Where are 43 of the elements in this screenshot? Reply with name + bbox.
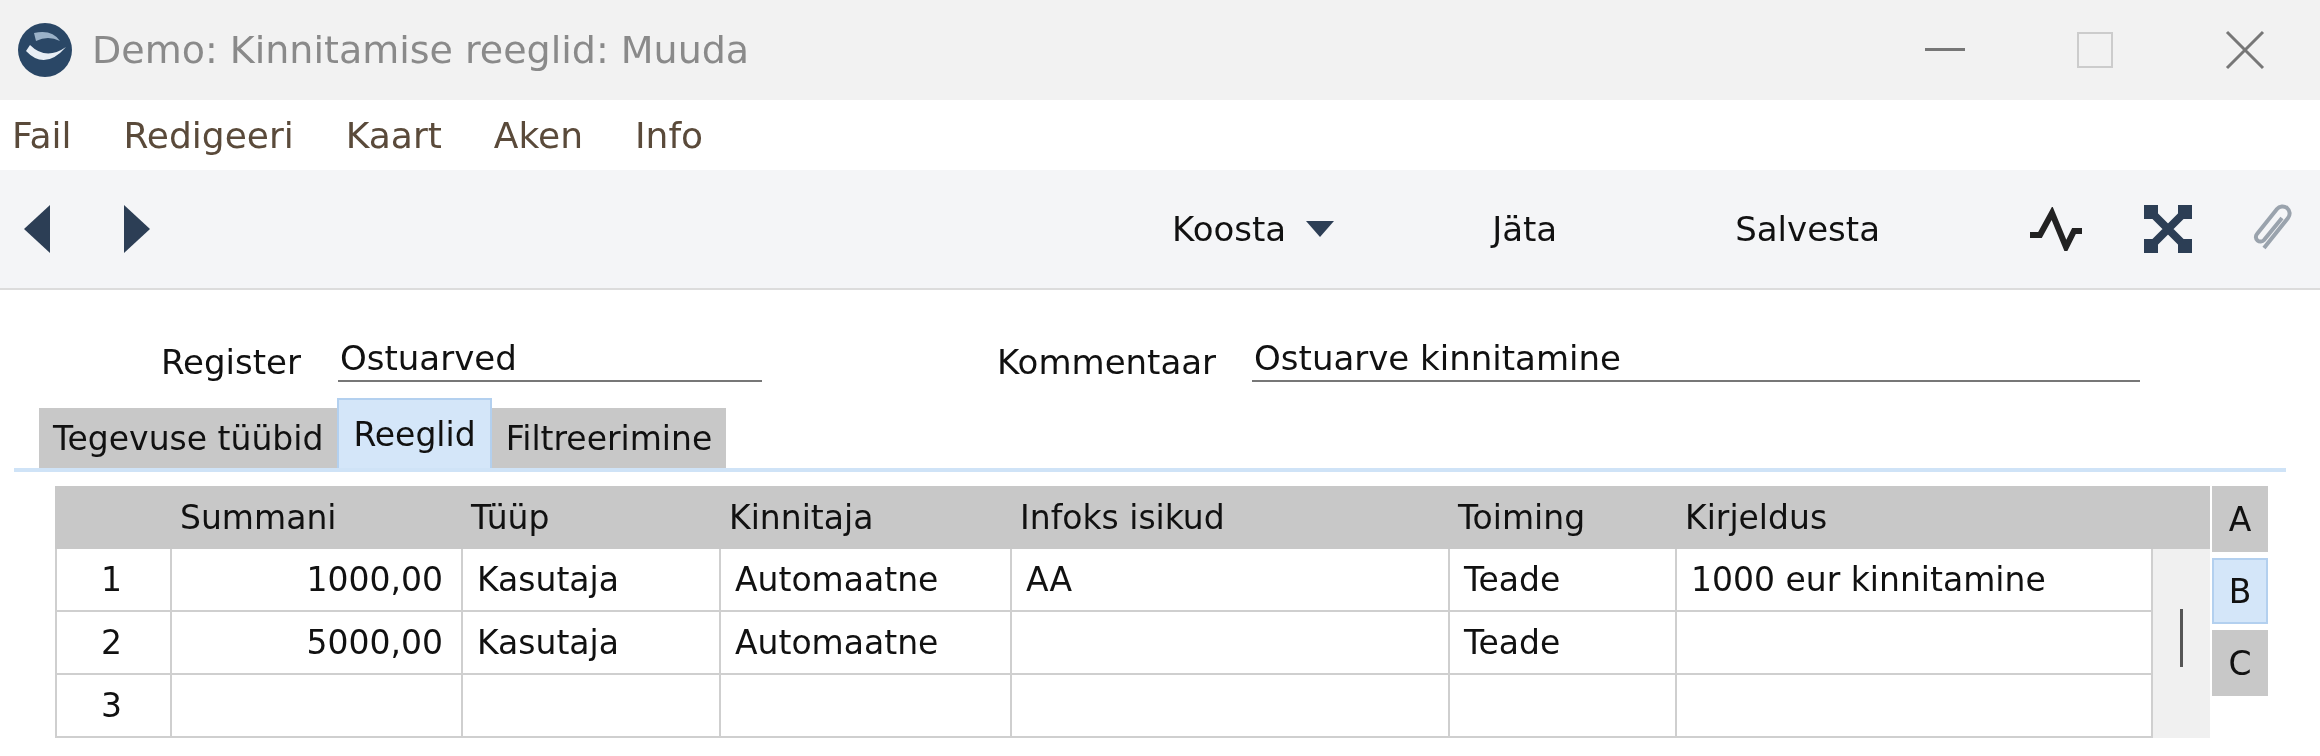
menu-item[interactable]: Fail bbox=[12, 114, 72, 156]
menu-item[interactable]: Info bbox=[635, 114, 704, 156]
minimize-icon[interactable] bbox=[1925, 48, 1965, 52]
column-header: Kinnitaja bbox=[721, 486, 1012, 549]
row-number: 3 bbox=[55, 675, 172, 738]
menu-item[interactable]: Redigeeri bbox=[123, 114, 294, 156]
field-label: Kommentaar bbox=[997, 342, 1217, 382]
menu-item[interactable]: Aken bbox=[493, 114, 583, 156]
close-icon[interactable] bbox=[2225, 30, 2265, 70]
side-tab[interactable]: C bbox=[2212, 630, 2268, 696]
table-cell: Teade bbox=[1450, 612, 1677, 675]
column-header: Infoks isikud bbox=[1012, 486, 1450, 549]
column-header: Kirjeldus bbox=[1677, 486, 2153, 549]
table-cell: 1000 eur kinnitamine bbox=[1677, 549, 2153, 612]
tab[interactable]: Reeglid bbox=[337, 398, 492, 468]
column-header: Toiming bbox=[1450, 486, 1677, 549]
table-cell: 5000,00 bbox=[172, 612, 463, 675]
table-cell: Automaatne bbox=[721, 549, 1012, 612]
side-tab[interactable]: B bbox=[2212, 558, 2268, 624]
app-logo-icon bbox=[16, 21, 74, 79]
toolbar-button[interactable]: Jäta bbox=[1478, 201, 1572, 257]
toolbar-button[interactable]: Salvesta bbox=[1721, 201, 1894, 257]
column-header: Summani bbox=[172, 486, 463, 549]
menu-item[interactable]: Kaart bbox=[345, 114, 442, 156]
toolbar-button[interactable]: Koosta bbox=[1158, 201, 1349, 257]
row-number: 2 bbox=[55, 612, 172, 675]
tab[interactable]: Tegevuse tüübid bbox=[39, 408, 338, 468]
side-tab[interactable]: A bbox=[2212, 486, 2268, 552]
column-header: Tüüp bbox=[463, 486, 721, 549]
table-cell: AA bbox=[1012, 549, 1450, 612]
scrollbar-thumb[interactable] bbox=[2180, 609, 2183, 667]
window-title: Demo: Kinnitamise reeglid: Muuda bbox=[92, 28, 751, 72]
table-cell: Kasutaja bbox=[463, 612, 721, 675]
input-field[interactable]: Ostuarve kinnitamine bbox=[1252, 338, 2141, 382]
table-cell: Teade bbox=[1450, 549, 1677, 612]
row-number: 1 bbox=[55, 549, 172, 612]
caret-icon bbox=[1306, 221, 1335, 237]
field-label: Register bbox=[161, 342, 301, 382]
tab[interactable]: Filtreerimine bbox=[491, 408, 727, 468]
table-cell: Kasutaja bbox=[463, 549, 721, 612]
table-cell: Automaatne bbox=[721, 612, 1012, 675]
table-cell: 1000,00 bbox=[172, 549, 463, 612]
input-field[interactable]: Ostuarved bbox=[338, 338, 762, 382]
